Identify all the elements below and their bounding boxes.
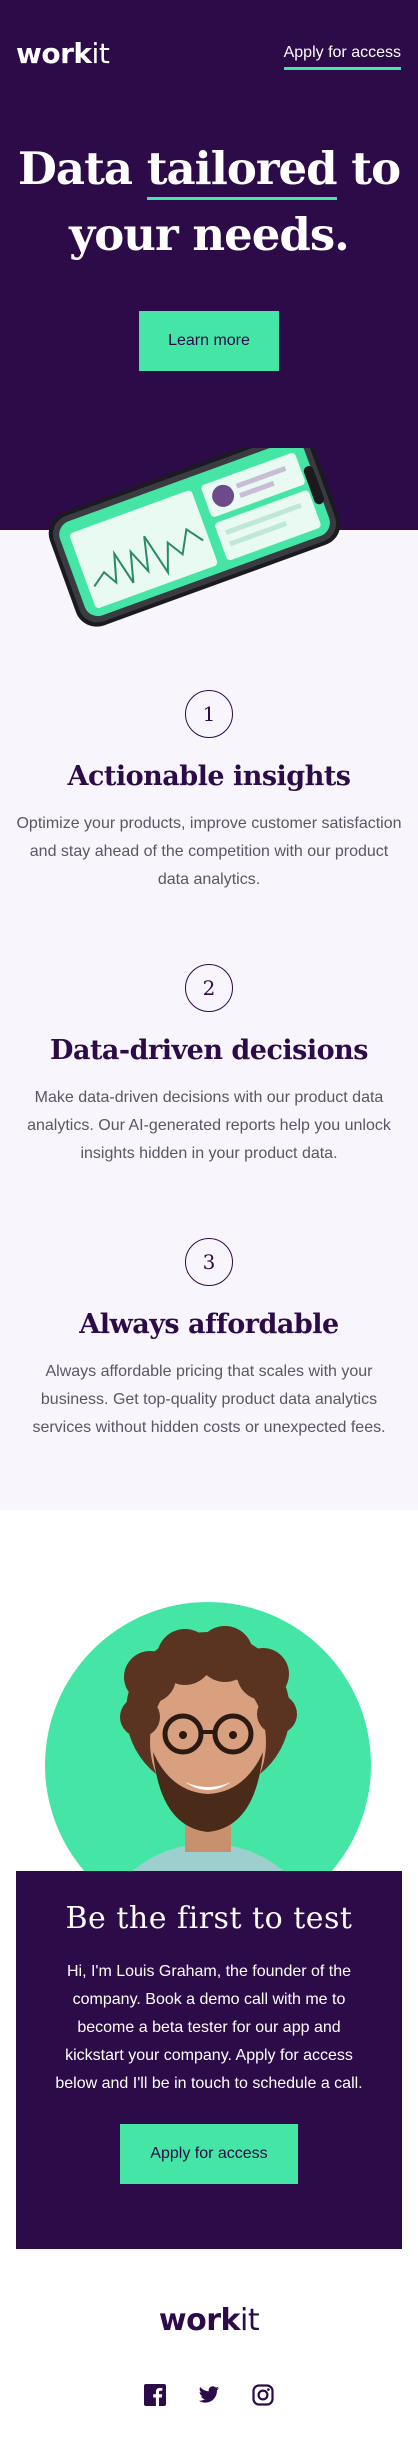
feature-title: Data-driven decisions — [50, 1035, 368, 1066]
feature-text: Always affordable pricing that scales wi… — [32, 1363, 386, 1436]
feature-number: 3 — [185, 1238, 233, 1286]
landing-page: workit Apply for access Data tailored to… — [0, 0, 418, 2457]
footer-logo-bold: work — [158, 2303, 241, 2338]
hero-title-line2: your needs. — [69, 208, 350, 261]
feature-text: Make data-driven decisions with our prod… — [27, 1089, 391, 1162]
feature-item: 3 Always affordable Always affordable pr… — [0, 1238, 418, 1442]
cta-title: Be the first to test — [65, 1901, 353, 1936]
feature-item: 2 Data-driven decisions Make data-driven… — [0, 964, 418, 1168]
hero-title-highlight: tailored — [146, 136, 338, 202]
cta-text: Hi, I'm Louis Graham, the founder of the… — [55, 1963, 363, 2092]
header-logo[interactable]: workit — [16, 37, 110, 70]
logo-bold: work — [16, 37, 92, 70]
hero-title: Data tailored to your needs. — [0, 136, 418, 268]
feature-text: Optimize your products, improve customer… — [16, 815, 402, 888]
facebook-icon[interactable] — [144, 2384, 166, 2406]
header-apply-link[interactable]: Apply for access — [283, 44, 401, 70]
feature-title: Actionable insights — [67, 761, 352, 792]
twitter-icon[interactable] — [198, 2384, 220, 2406]
avatar-circle — [45, 1602, 371, 1871]
founder-portrait-image — [120, 1626, 297, 1871]
features-section: 1 Actionable insights Optimize your prod… — [0, 530, 418, 1510]
logo-light: it — [91, 37, 110, 70]
feature-number: 2 — [185, 964, 233, 1012]
phone-mockup-image — [48, 448, 341, 627]
hero-title-part1: Data — [17, 142, 147, 195]
founder-cta-section: Be the first to test Hi, I'm Louis Graha… — [16, 1871, 402, 2249]
footer-logo[interactable]: workit — [0, 2303, 418, 2338]
feature-title: Always affordable — [79, 1309, 339, 1340]
founder-avatar — [45, 1602, 371, 1871]
apply-for-access-button[interactable]: Apply for access — [120, 2124, 298, 2184]
feature-item: 1 Actionable insights Optimize your prod… — [0, 690, 418, 894]
social-links — [0, 2384, 418, 2406]
footer-logo-light: it — [239, 2303, 260, 2338]
hero-title-part2: to — [336, 142, 401, 195]
learn-more-button[interactable]: Learn more — [139, 311, 279, 371]
instagram-icon[interactable] — [252, 2384, 274, 2406]
feature-number: 1 — [185, 690, 233, 738]
